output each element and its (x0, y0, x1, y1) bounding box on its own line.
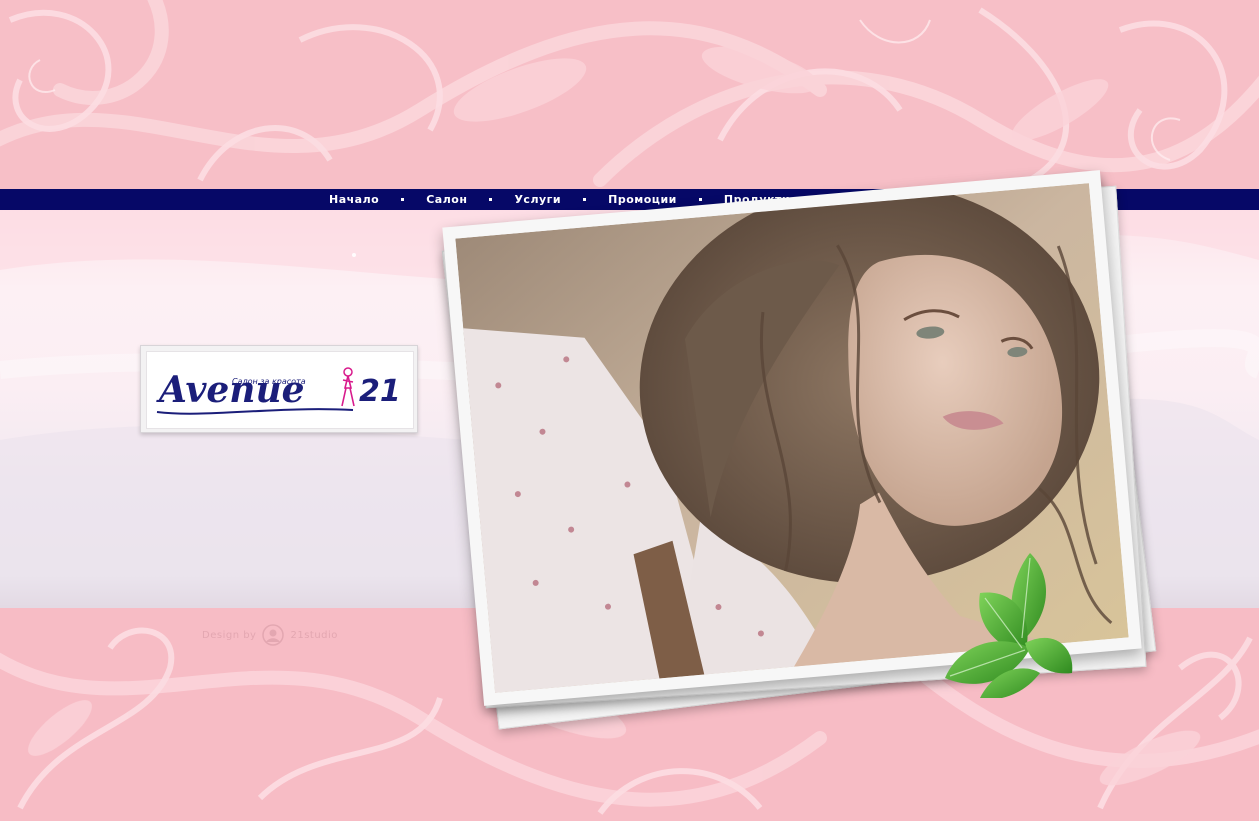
nav-separator (812, 198, 816, 201)
nav-item-services[interactable]: Услуги (503, 193, 572, 206)
nav-item-home[interactable]: Начало (318, 193, 390, 206)
woman-figure-icon (341, 367, 355, 407)
design-credit[interactable]: Design by 21studio (202, 624, 338, 646)
mint-leaves-icon (945, 553, 1073, 698)
nav-item-promotions[interactable]: Промоции (597, 193, 688, 206)
logo-number: 21 (359, 374, 401, 409)
logo-tagline: Салон за красота (232, 377, 306, 386)
studio-name: 21studio (290, 629, 338, 641)
main-navigation: Начало Салон Услуги Промоции Продукти Ко… (0, 189, 1259, 210)
nav-separator (698, 198, 702, 201)
nav-menu: Начало Салон Услуги Промоции Продукти Ко… (318, 189, 912, 210)
nav-item-products[interactable]: Продукти (713, 193, 801, 206)
nav-separator (489, 198, 493, 201)
swirl-pattern-top (0, 0, 1259, 187)
studio-logo-icon (262, 624, 285, 646)
nav-item-salon[interactable]: Салон (415, 193, 478, 206)
salon-logo[interactable]: Avenue Салон за красота 21 (140, 345, 418, 433)
nav-separator (583, 198, 587, 201)
logo-panel: Avenue Салон за красота 21 (146, 351, 414, 429)
design-by-label: Design by (202, 629, 257, 641)
header-background (0, 0, 1259, 189)
nav-separator (401, 198, 405, 201)
nav-item-contacts[interactable]: Контакти (826, 193, 912, 206)
